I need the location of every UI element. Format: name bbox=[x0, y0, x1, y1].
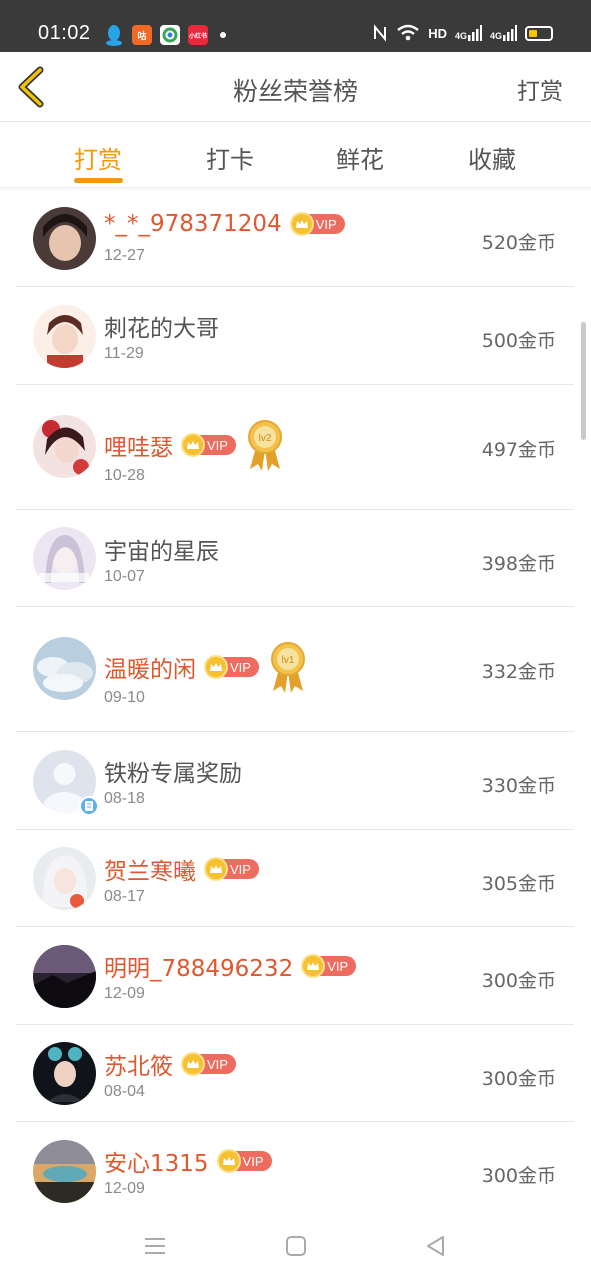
fan-date: 10-07 bbox=[104, 568, 145, 585]
status-app-icons: 咕 小红书 bbox=[104, 25, 226, 46]
fan-name: 铁粉专属奖励 bbox=[104, 761, 242, 787]
active-tab-indicator bbox=[74, 178, 123, 183]
network-label: HD bbox=[428, 25, 447, 41]
level-medal-icon: lv1 bbox=[269, 641, 307, 693]
avatar[interactable] bbox=[33, 847, 96, 910]
avatar[interactable] bbox=[33, 945, 96, 1008]
list-item[interactable]: 安心1315 VIP 12-09 300金币 bbox=[16, 1122, 574, 1220]
avatar[interactable] bbox=[33, 415, 96, 478]
list-item[interactable]: 贺兰寒曦 VIP 08-17 305金币 bbox=[16, 830, 574, 927]
document-badge-icon bbox=[79, 796, 99, 816]
crown-icon bbox=[216, 1149, 241, 1173]
fan-date: 12-27 bbox=[104, 247, 145, 264]
scrollbar[interactable] bbox=[581, 322, 586, 440]
list-item[interactable]: 苏北筱 VIP 08-04 300金币 bbox=[16, 1025, 574, 1122]
menu-icon[interactable] bbox=[141, 1232, 169, 1260]
home-square-icon[interactable] bbox=[282, 1232, 310, 1260]
fan-name: 哩哇瑟 bbox=[104, 435, 173, 461]
fan-name: *_*_978371204 bbox=[104, 211, 282, 237]
nfc-icon bbox=[374, 24, 387, 42]
vip-badge: VIP bbox=[204, 857, 259, 881]
fan-name: 明明_788496232 bbox=[104, 956, 294, 982]
fan-date: 09-10 bbox=[104, 689, 145, 706]
signal-1-icon: 4G bbox=[455, 25, 482, 41]
fan-date: 08-04 bbox=[104, 1083, 145, 1100]
list-item[interactable]: 哩哇瑟 VIP lv2 10-28 497金币 bbox=[16, 385, 574, 510]
fan-amount: 497金币 bbox=[481, 439, 556, 461]
fan-amount: 520金币 bbox=[481, 232, 556, 254]
page-title: 粉丝荣誉榜 bbox=[232, 77, 358, 106]
xiaohongshu-icon: 小红书 bbox=[188, 25, 208, 45]
fan-date: 08-17 bbox=[104, 888, 145, 905]
back-triangle-icon[interactable] bbox=[422, 1232, 450, 1260]
fan-date: 11-29 bbox=[104, 345, 144, 362]
tab-favorites[interactable]: 收藏 bbox=[452, 140, 532, 175]
fan-amount: 332金币 bbox=[481, 661, 556, 683]
fan-name: 刺花的大哥 bbox=[104, 316, 219, 342]
fan-amount: 300金币 bbox=[481, 970, 556, 992]
status-time: 01:02 bbox=[38, 22, 91, 44]
fan-date: 12-09 bbox=[104, 985, 145, 1002]
system-nav-bar bbox=[0, 1210, 591, 1280]
qq-icon bbox=[104, 25, 124, 46]
fan-list: *_*_978371204 VIP 12-27 520金币 刺花的大哥 11-2… bbox=[16, 189, 574, 1220]
fan-name: 苏北筱 bbox=[104, 1054, 173, 1080]
gu-app-icon: 咕 bbox=[132, 25, 152, 45]
status-bar: 01:02 咕 小红书 HD 4G 4G bbox=[0, 0, 591, 52]
svg-text:lv1: lv1 bbox=[282, 655, 295, 666]
crown-icon bbox=[181, 1052, 205, 1076]
svg-text:lv2: lv2 bbox=[259, 433, 272, 444]
tab-checkin[interactable]: 打卡 bbox=[190, 140, 270, 175]
battery-icon bbox=[525, 25, 553, 41]
list-item[interactable]: *_*_978371204 VIP 12-27 520金币 bbox=[16, 189, 574, 287]
fan-date: 10-28 bbox=[104, 467, 145, 484]
avatar[interactable] bbox=[33, 1042, 96, 1105]
tab-flowers[interactable]: 鲜花 bbox=[320, 140, 400, 175]
signal-2-icon: 4G bbox=[490, 25, 517, 41]
list-item[interactable]: 铁粉专属奖励 08-18 330金币 bbox=[16, 732, 574, 830]
crown-icon bbox=[289, 212, 314, 236]
level-medal-icon: lv2 bbox=[246, 419, 284, 471]
tab-reward[interactable]: 打赏 bbox=[58, 140, 138, 175]
fan-amount: 300金币 bbox=[481, 1165, 556, 1187]
avatar[interactable] bbox=[33, 637, 96, 700]
avatar[interactable] bbox=[33, 305, 96, 368]
fan-name: 安心1315 bbox=[104, 1151, 209, 1177]
crown-icon bbox=[301, 954, 326, 978]
fan-name: 宇宙的星辰 bbox=[104, 539, 219, 565]
crown-icon bbox=[204, 655, 228, 679]
status-right: HD 4G 4G bbox=[372, 24, 553, 42]
fan-amount: 305金币 bbox=[481, 873, 556, 895]
avatar[interactable] bbox=[33, 207, 96, 270]
reward-button[interactable]: 打赏 bbox=[517, 72, 563, 106]
list-item[interactable]: 温暖的闲 VIP lv1 09-10 332金币 bbox=[16, 607, 574, 732]
header-bar: 粉丝荣誉榜 打赏 bbox=[0, 52, 591, 122]
fan-amount: 500金币 bbox=[481, 330, 556, 352]
fan-date: 08-18 bbox=[104, 790, 145, 807]
notification-dot bbox=[220, 32, 226, 38]
list-item[interactable]: 刺花的大哥 11-29 500金币 bbox=[16, 287, 574, 385]
vip-badge: VIP bbox=[216, 1149, 272, 1173]
fan-amount: 300金币 bbox=[481, 1068, 556, 1090]
vip-badge: VIP bbox=[181, 1052, 236, 1076]
fan-amount: 330金币 bbox=[481, 775, 556, 797]
fan-name: 贺兰寒曦 bbox=[104, 859, 196, 885]
fan-name: 温暖的闲 bbox=[104, 657, 196, 683]
vip-badge: VIP bbox=[181, 433, 236, 457]
fan-amount: 398金币 bbox=[481, 553, 556, 575]
crown-icon bbox=[181, 433, 205, 457]
wifi-icon bbox=[397, 24, 419, 41]
avatar[interactable] bbox=[33, 1140, 96, 1203]
crown-icon bbox=[204, 857, 228, 881]
vip-badge: VIP bbox=[301, 954, 357, 978]
browser-icon bbox=[160, 25, 180, 45]
list-item[interactable]: 明明_788496232 VIP 12-09 300金币 bbox=[16, 927, 574, 1025]
vip-badge: VIP bbox=[204, 655, 259, 679]
avatar[interactable] bbox=[33, 527, 96, 590]
fan-date: 12-09 bbox=[104, 1180, 145, 1197]
list-item[interactable]: 宇宙的星辰 10-07 398金币 bbox=[16, 510, 574, 607]
vip-badge: VIP bbox=[289, 212, 345, 236]
